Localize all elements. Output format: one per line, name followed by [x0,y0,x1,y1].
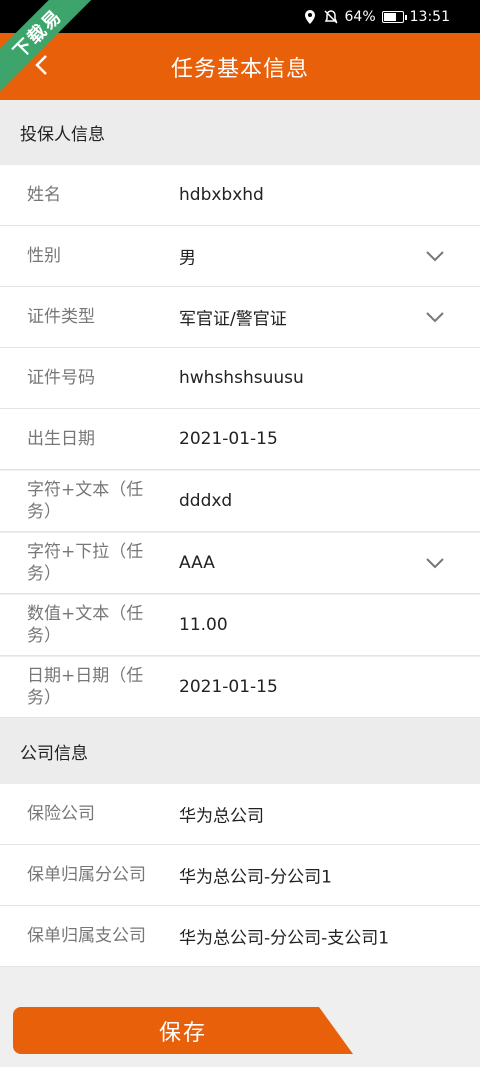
chevron-down-icon[interactable] [424,307,446,327]
row-insurance-company[interactable]: 保险公司 华为总公司 [0,784,480,845]
date-date-value[interactable]: 2021-01-15 [179,677,278,697]
row-name[interactable]: 姓名 hdbxbxhd [0,165,480,226]
birth-date-value[interactable]: 2021-01-15 [179,429,278,449]
row-label: 日期+日期（任务） [27,666,144,708]
row-label: 证件号码 [27,368,95,388]
row-label: 保单归属支公司 [27,926,146,946]
row-birth-date[interactable]: 出生日期 2021-01-15 [0,409,480,470]
row-label: 性别 [27,246,61,266]
char-text-value[interactable]: dddxd [179,491,232,511]
battery-icon [381,10,407,23]
chevron-left-icon [35,55,47,75]
sub-branch-company-value[interactable]: 华为总公司-分公司-支公司1 [179,924,389,949]
row-id-number[interactable]: 证件号码 hwhshshsuusu [0,348,480,409]
row-char-dropdown[interactable]: 字符+下拉（任务） AAA [0,533,480,594]
char-dropdown-value[interactable]: AAA [179,553,215,573]
branch-company-value[interactable]: 华为总公司-分公司1 [179,863,332,888]
mute-bell-icon [323,9,339,25]
section-applicant-header: 投保人信息 [0,100,480,165]
id-type-value[interactable]: 军官证/警官证 [179,305,287,330]
row-label: 证件类型 [27,307,95,327]
row-sub-branch-company[interactable]: 保单归属支公司 华为总公司-分公司-支公司1 [0,906,480,967]
chevron-down-icon[interactable] [424,246,446,266]
row-label: 保单归属分公司 [27,865,146,885]
row-label: 姓名 [27,185,61,205]
chevron-down-icon[interactable] [424,553,446,573]
row-label: 出生日期 [27,429,95,449]
row-char-text[interactable]: 字符+文本（任务） dddxd [0,471,480,532]
page-title: 任务基本信息 [170,56,309,82]
name-value[interactable]: hdbxbxhd [179,185,264,205]
row-label: 保险公司 [27,804,95,824]
location-icon [303,9,317,25]
row-date-date[interactable]: 日期+日期（任务） 2021-01-15 [0,657,480,718]
app-header: 任务基本信息 [0,33,480,100]
id-number-value[interactable]: hwhshshsuusu [179,368,304,388]
row-branch-company[interactable]: 保单归属分公司 华为总公司-分公司1 [0,845,480,906]
number-text-value[interactable]: 11.00 [179,615,228,635]
gender-value[interactable]: 男 [179,244,196,269]
row-label: 字符+文本（任务） [27,480,144,522]
insurance-company-value[interactable]: 华为总公司 [179,802,264,827]
clock: 13:51 [409,8,450,25]
row-gender[interactable]: 性别 男 [0,226,480,287]
save-button[interactable]: 保存 [13,1007,353,1054]
section-company-header: 公司信息 [0,719,480,784]
battery-percent: 64% [344,8,376,25]
row-number-text[interactable]: 数值+文本（任务） 11.00 [0,595,480,656]
row-label: 数值+文本（任务） [27,604,144,646]
row-label: 字符+下拉（任务） [27,542,144,584]
row-id-type[interactable]: 证件类型 军官证/警官证 [0,287,480,348]
